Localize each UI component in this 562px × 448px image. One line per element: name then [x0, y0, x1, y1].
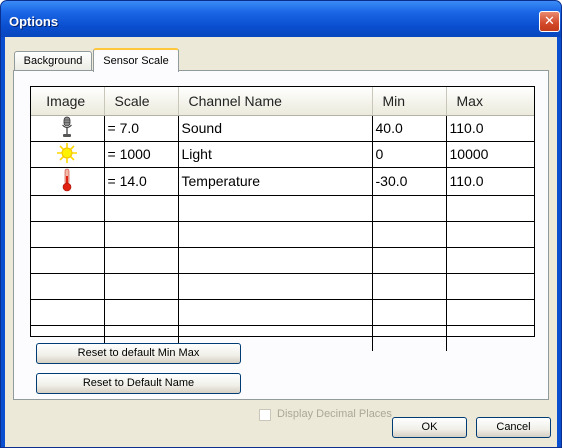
dialog-body: Background Sensor Scale Image Scale Chan…	[5, 37, 557, 447]
close-button[interactable]: ✕	[539, 11, 560, 32]
channel-name-cell[interactable]: Light	[178, 141, 373, 168]
scale-cell[interactable]: = 1000	[104, 141, 179, 168]
table-row[interactable]: = 1000 Light 0 10000	[31, 141, 534, 168]
scale-cell[interactable]: = 7.0	[104, 115, 179, 142]
table-row[interactable]	[31, 247, 534, 274]
microphone-icon	[62, 116, 73, 137]
column-header-min[interactable]: Min	[372, 87, 447, 116]
options-dialog: Options ✕ Background Sensor Scale Image …	[0, 0, 562, 448]
channel-name-cell[interactable]: Sound	[178, 115, 373, 142]
column-header-scale[interactable]: Scale	[104, 87, 179, 116]
close-icon: ✕	[544, 14, 555, 29]
image-cell[interactable]	[31, 115, 105, 142]
table-row[interactable]: = 14.0 Temperature -30.0 110.0	[31, 167, 534, 196]
reset-name-button[interactable]: Reset to Default Name	[36, 373, 241, 394]
table-row[interactable]: = 7.0 Sound 40.0 110.0	[31, 115, 534, 142]
sensor-grid: Image Scale Channel Name Min Max = 7.0 S…	[30, 86, 535, 351]
tab-background[interactable]: Background	[14, 51, 92, 71]
cancel-button[interactable]: Cancel	[476, 417, 551, 438]
column-header-image[interactable]: Image	[31, 87, 105, 116]
tab-sensor-scale[interactable]: Sensor Scale	[93, 48, 179, 72]
scale-cell[interactable]: = 14.0	[104, 167, 179, 196]
min-cell[interactable]: 40.0	[372, 115, 447, 142]
column-header-max[interactable]: Max	[446, 87, 534, 116]
display-decimal-places-label: Display Decimal Places	[277, 408, 392, 420]
reset-min-max-button[interactable]: Reset to default Min Max	[36, 343, 241, 364]
table-header-row: Image Scale Channel Name Min Max	[31, 87, 534, 116]
min-cell[interactable]: -30.0	[372, 167, 447, 196]
max-cell[interactable]: 110.0	[446, 167, 534, 196]
image-cell[interactable]	[31, 167, 105, 196]
max-cell[interactable]: 10000	[446, 141, 534, 168]
sun-icon	[57, 142, 78, 163]
table-row[interactable]	[31, 221, 534, 248]
window-title: Options	[9, 14, 59, 29]
sensor-table: Image Scale Channel Name Min Max = 7.0 S…	[31, 87, 534, 351]
image-cell[interactable]	[31, 141, 105, 168]
column-header-channel-name[interactable]: Channel Name	[178, 87, 373, 116]
display-decimal-places-checkbox[interactable]	[259, 409, 271, 421]
thermometer-icon	[62, 168, 72, 191]
min-cell[interactable]: 0	[372, 141, 447, 168]
max-cell[interactable]: 110.0	[446, 115, 534, 142]
channel-name-cell[interactable]: Temperature	[178, 167, 373, 196]
ok-button[interactable]: OK	[392, 417, 467, 438]
table-row[interactable]	[31, 299, 534, 326]
title-bar[interactable]: Options ✕	[1, 1, 561, 37]
table-row[interactable]	[31, 195, 534, 222]
table-row[interactable]	[31, 273, 534, 300]
